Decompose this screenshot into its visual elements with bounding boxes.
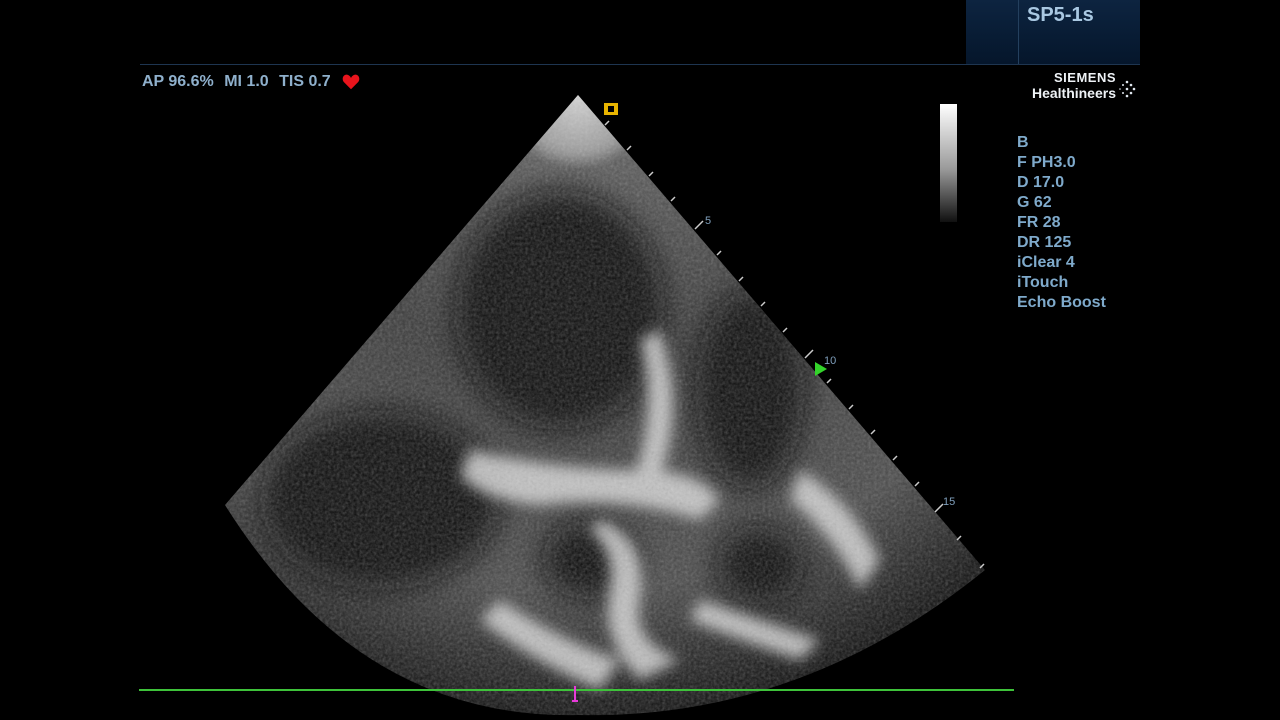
ultrasound-image	[225, 95, 985, 716]
depth-label-5: 5	[705, 215, 712, 227]
ecg-position-marker	[572, 686, 578, 702]
orientation-marker-icon	[604, 103, 618, 115]
depth-label-10: 10	[824, 355, 837, 367]
depth-label-15: 15	[943, 496, 956, 508]
